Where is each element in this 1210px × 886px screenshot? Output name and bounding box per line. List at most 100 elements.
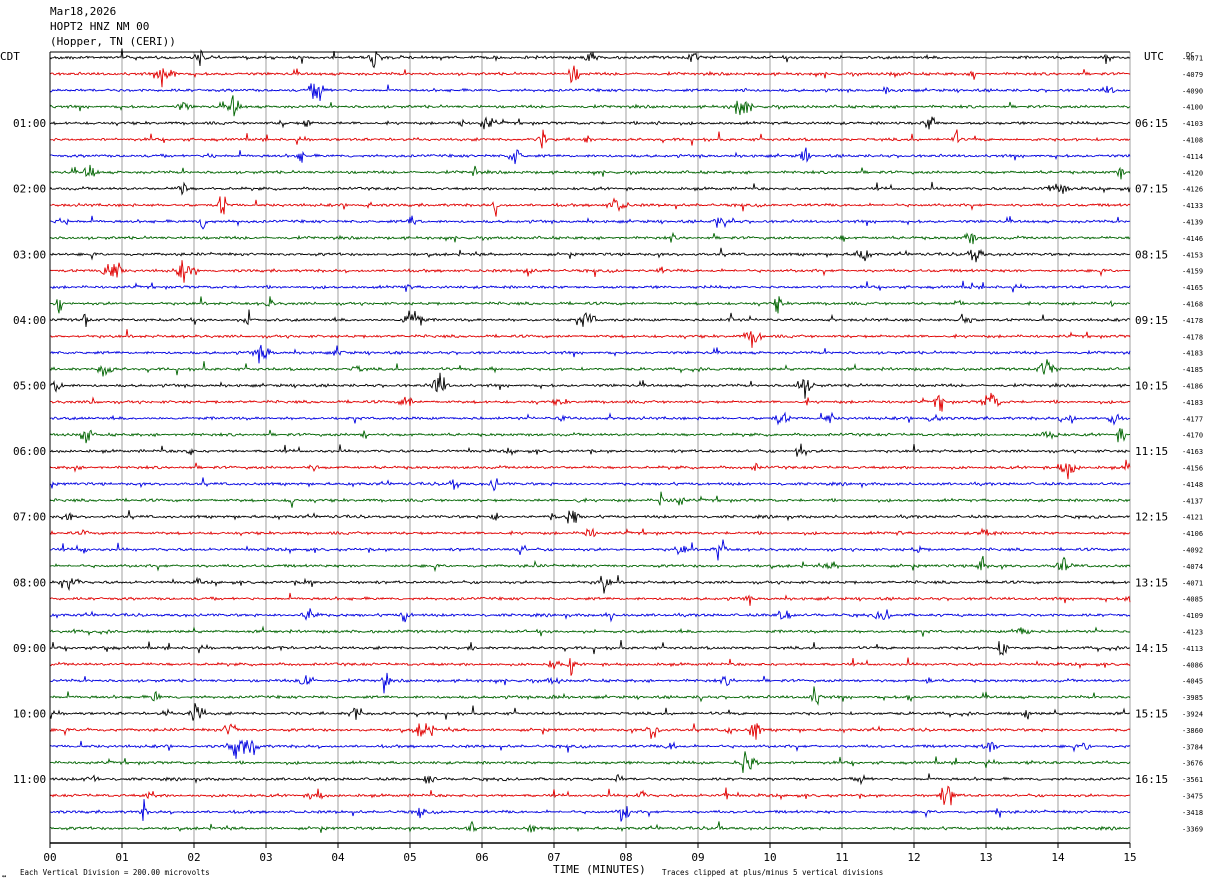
trace-line (50, 686, 1131, 706)
trace-line (49, 116, 1131, 130)
dc-offset-label: -4074 (1182, 563, 1203, 571)
dc-offset-label: -3924 (1182, 711, 1203, 719)
right-hour-label: 12:15 (1135, 511, 1168, 524)
dc-offset-label: -4109 (1182, 612, 1203, 620)
trace-line (49, 231, 1131, 245)
x-tick-label: 05 (403, 851, 416, 864)
trace-line (49, 344, 1131, 364)
trace-line (49, 555, 1131, 573)
x-axis-label: TIME (MINUTES) (553, 863, 646, 876)
trace-line (49, 785, 1131, 806)
trace-line (49, 83, 1131, 101)
minute-grid (49, 52, 1131, 843)
left-hour-label: 05:00 (13, 380, 46, 393)
trace-line (49, 459, 1131, 480)
dc-offset-label: -4120 (1182, 169, 1203, 177)
right-hour-label: 06:15 (1135, 117, 1168, 130)
left-timezone: CDT (0, 50, 20, 63)
trace-line (49, 657, 1131, 676)
trace-line (49, 428, 1130, 444)
trace-line (49, 48, 1131, 69)
x-tick-label: 14 (1051, 851, 1065, 864)
dc-offset-label: -4108 (1182, 137, 1203, 145)
helicorder-plot: 00 01 02 03 04 05 06 07 08 09 10 11 12 13 14 15-4071-40… (0, 5, 1203, 880)
right-hour-label: 14:15 (1135, 642, 1168, 655)
dc-offset-label: -4168 (1182, 301, 1203, 309)
left-hour-label: 08:00 (13, 576, 46, 589)
dc-offset-label: -4106 (1182, 530, 1203, 538)
clip-note: Traces clipped at plus/minus 5 vertical … (662, 868, 883, 877)
dc-offset-label: -3369 (1182, 825, 1203, 833)
x-tick-label: 11 (835, 851, 848, 864)
dc-offset-label: -4045 (1182, 678, 1203, 686)
dc-offset-label: -3860 (1182, 727, 1203, 735)
dc-offset-label: -4165 (1182, 284, 1203, 292)
trace-line (49, 309, 1131, 328)
x-tick-label: 15 (1123, 851, 1136, 864)
trace-line (49, 592, 1131, 606)
right-timezone: UTC (1144, 50, 1164, 63)
corner-mark: ↔ (2, 872, 6, 880)
trace-line (49, 703, 1131, 721)
trace-line (49, 773, 1131, 786)
trace-line (50, 820, 1131, 833)
dc-offset-label: -4126 (1182, 186, 1203, 194)
dc-offset-label: -4114 (1182, 153, 1203, 161)
trace-line (50, 372, 1131, 399)
trace-line (49, 527, 1131, 538)
dc-offset-label: -4092 (1182, 547, 1203, 555)
trace-line (49, 164, 1131, 180)
dc-offset-label: -4163 (1182, 448, 1203, 456)
trace-line (49, 215, 1131, 230)
dc-offset-label: -3418 (1182, 809, 1203, 817)
trace-line (49, 443, 1131, 457)
trace-line (49, 411, 1131, 426)
trace-line (50, 296, 1130, 314)
dc-offset-label: -4079 (1182, 71, 1203, 79)
dc-offset-label: -4177 (1182, 415, 1203, 423)
trace-line (49, 129, 1131, 149)
trace-line (49, 280, 1131, 293)
trace-line (49, 247, 1131, 263)
dc-offset-label: -4148 (1182, 481, 1203, 489)
trace-line (49, 608, 1131, 623)
header-station: HOPT2 HNZ NM 00 (50, 20, 149, 33)
trace-line (49, 181, 1131, 196)
trace-line (49, 625, 1131, 637)
right-hour-label: 13:15 (1135, 576, 1168, 589)
dc-offset-label: -4123 (1182, 629, 1203, 637)
trace-line (49, 799, 1131, 822)
dc-offset-label: -4183 (1182, 399, 1203, 407)
dc-offset-label: -3561 (1182, 776, 1203, 784)
dc-offset-label: -4170 (1182, 432, 1203, 440)
trace-line (49, 491, 1131, 508)
x-tick-label: 06 (475, 851, 488, 864)
right-hour-label: 08:15 (1135, 248, 1168, 261)
dc-offset-label: -4071 (1182, 579, 1203, 587)
dc-offset-label: -3985 (1182, 694, 1203, 702)
right-hour-label: 09:15 (1135, 314, 1168, 327)
trace-line (49, 639, 1131, 656)
dc-offset-label: -4185 (1182, 366, 1203, 374)
dc-offset-label: -4159 (1182, 268, 1203, 276)
left-hour-label: 01:00 (13, 117, 46, 130)
dc-offset-label: -4133 (1182, 202, 1203, 210)
x-tick-label: 00 (43, 851, 56, 864)
trace-line (49, 575, 1131, 594)
x-tick-label: 02 (187, 851, 200, 864)
dc-offset-label: -4178 (1182, 333, 1203, 341)
right-hour-label: 16:15 (1135, 773, 1168, 786)
x-tick-label: 09 (691, 851, 704, 864)
trace-line (49, 95, 1131, 117)
x-tick-label: 04 (331, 851, 345, 864)
trace-line (49, 477, 1131, 492)
right-hour-label: 10:15 (1135, 380, 1168, 393)
right-hour-label: 07:15 (1135, 183, 1168, 196)
right-hour-label: 11:15 (1135, 445, 1168, 458)
dc-offset-label: -4086 (1182, 661, 1203, 669)
dc-offset-label: -4178 (1182, 317, 1203, 325)
trace-line (49, 65, 1131, 88)
trace-line (49, 359, 1131, 377)
trace-line (49, 260, 1131, 283)
dc-offset-label: -4103 (1182, 120, 1203, 128)
